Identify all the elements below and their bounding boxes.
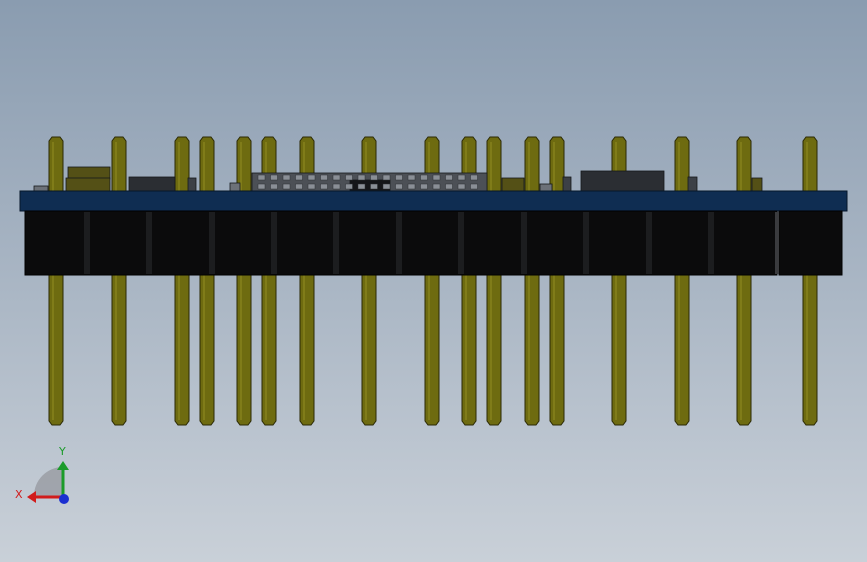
header-divider: [333, 212, 339, 274]
component-lead: [457, 183, 466, 190]
header-pin: [736, 136, 752, 426]
component-lead: [357, 183, 366, 190]
component-lead: [345, 174, 353, 181]
component-lead: [420, 183, 428, 190]
component-lead: [395, 174, 403, 181]
component-lead: [357, 174, 366, 181]
header-divider: [583, 212, 589, 274]
header-divider: [146, 212, 152, 274]
component-lead: [445, 174, 453, 181]
component-lead: [470, 174, 478, 181]
triad-plane-indicator: [34, 467, 63, 496]
header-pin: [549, 136, 565, 426]
component-lead: [257, 174, 266, 181]
component-lead: [295, 183, 303, 190]
header-gap: [775, 212, 779, 274]
smd-component: [580, 170, 665, 192]
component-lead: [445, 183, 453, 190]
header-pin: [674, 136, 690, 426]
component-lead: [332, 183, 341, 190]
header-divider: [458, 212, 464, 274]
axis-triad[interactable]: Y X: [15, 445, 69, 504]
component-lead: [295, 174, 303, 181]
component-lead: [395, 183, 403, 190]
smd-component: [562, 176, 572, 192]
smd-component: [187, 177, 197, 192]
component-lead: [432, 183, 441, 190]
header-pin: [486, 136, 502, 426]
component-lead: [345, 183, 353, 190]
component-lead: [420, 174, 428, 181]
smd-component: [751, 177, 763, 192]
smd-component: [501, 177, 525, 192]
smd-component: [65, 177, 111, 192]
x-axis-label: X: [15, 488, 23, 501]
pcb-side-view: Y X: [15, 136, 848, 504]
y-axis-label: Y: [58, 445, 66, 458]
smd-component: [229, 182, 241, 192]
component-lead: [407, 174, 416, 181]
header-divider: [84, 212, 90, 274]
x-axis-arrowhead: [27, 491, 36, 503]
header-pin: [236, 136, 252, 426]
header-divider: [521, 212, 527, 274]
header-divider: [708, 212, 714, 274]
component-lead: [370, 183, 378, 190]
component-lead: [282, 174, 291, 181]
header-divider: [209, 212, 215, 274]
component-lead: [470, 183, 478, 190]
header-pin: [174, 136, 190, 426]
header-divider: [271, 212, 277, 274]
component-lead: [370, 174, 378, 181]
component-lead: [382, 183, 391, 190]
component-lead: [432, 174, 441, 181]
z-axis-indicator: [59, 494, 69, 504]
component-lead: [270, 183, 278, 190]
pcb-board: [19, 190, 848, 212]
header-pin: [111, 136, 127, 426]
component-lead: [270, 174, 278, 181]
smd-component: [687, 176, 698, 192]
component-lead: [407, 183, 416, 190]
header-divider: [646, 212, 652, 274]
component-lead: [307, 183, 316, 190]
smd-component: [128, 176, 176, 192]
header-divider: [396, 212, 402, 274]
smd-component: [539, 183, 553, 192]
header-pin: [48, 136, 64, 426]
component-lead: [320, 174, 328, 181]
component-lead: [332, 174, 341, 181]
y-axis-arrowhead: [57, 461, 69, 470]
pin-header-blocks: [24, 210, 843, 276]
component-lead: [320, 183, 328, 190]
smd-components: [33, 166, 763, 193]
component-lead: [257, 183, 266, 190]
header-pin: [524, 136, 540, 426]
header-pin: [199, 136, 215, 426]
cad-viewport[interactable]: Y X: [0, 0, 867, 562]
component-lead: [457, 174, 466, 181]
header-pin: [802, 136, 818, 426]
pin-header-short: [778, 210, 843, 276]
smd-component: [67, 166, 111, 180]
component-lead: [382, 174, 391, 181]
component-lead: [307, 174, 316, 181]
component-lead: [282, 183, 291, 190]
